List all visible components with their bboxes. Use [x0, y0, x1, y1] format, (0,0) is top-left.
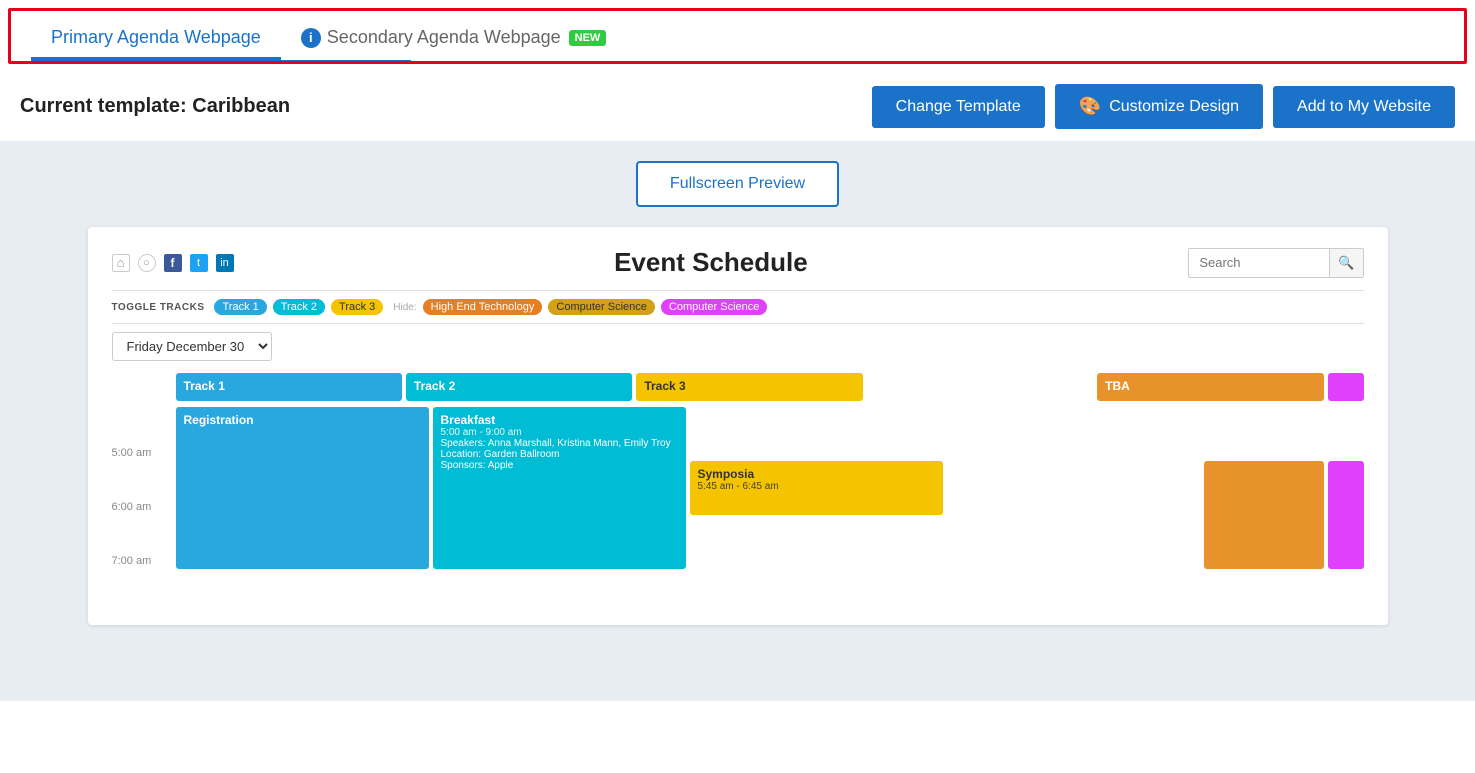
track-header-6: [1328, 373, 1364, 401]
track-header-2: Track 2: [406, 373, 632, 401]
session-symposia-time: 5:45 am - 6:45 am: [698, 481, 935, 492]
session-symposia: Symposia 5:45 am - 6:45 am: [690, 461, 943, 515]
schedule-header: ⌂ ○ f t in Event Schedule 🔍: [112, 247, 1364, 278]
palette-icon: 🎨: [1079, 96, 1101, 117]
session-breakfast-location: Location: Garden Ballroom: [441, 449, 678, 460]
pink-spacer: [1328, 407, 1364, 461]
track-col-3: Symposia 5:45 am - 6:45 am: [690, 407, 943, 605]
home-icon[interactable]: ⌂: [112, 254, 130, 272]
tab-secondary[interactable]: i Secondary Agenda Webpage NEW: [281, 11, 627, 60]
track-col-pink: [1328, 407, 1364, 605]
toggle-tracks-row: TOGGLE TRACKS Track 1 Track 2 Track 3 Hi…: [112, 299, 1364, 315]
twitter-icon[interactable]: t: [190, 254, 208, 272]
time-slot-500: [112, 407, 176, 443]
customize-design-label: Customize Design: [1109, 98, 1239, 116]
track-header-1: Track 1: [176, 373, 402, 401]
track-pill-3[interactable]: Track 3: [331, 299, 383, 315]
fullscreen-btn-wrap: Fullscreen Preview: [20, 161, 1455, 207]
facebook-icon[interactable]: f: [164, 254, 182, 272]
tab-secondary-label: Secondary Agenda Webpage: [327, 27, 561, 48]
linkedin-icon[interactable]: in: [216, 254, 234, 272]
search-box: 🔍: [1188, 248, 1363, 278]
track-col-tba: [1204, 407, 1324, 605]
new-badge: NEW: [569, 30, 607, 46]
track-header-5: TBA: [1097, 373, 1323, 401]
track-col-empty: [947, 407, 1200, 605]
hide-label: Hide:: [393, 302, 416, 313]
time-slot-700am: 7:00 am: [112, 551, 176, 605]
time-column: 5:00 am 6:00 am 7:00 am: [112, 407, 176, 605]
tabs-row: Primary Agenda Webpage i Secondary Agend…: [11, 11, 1464, 60]
tabs-wrapper: Primary Agenda Webpage i Secondary Agend…: [8, 8, 1467, 64]
tracks-divider: [112, 323, 1364, 324]
session-pink: [1328, 461, 1364, 569]
track-pill-6[interactable]: Computer Science: [661, 299, 768, 315]
time-slot-500am: 5:00 am: [112, 443, 176, 497]
session-breakfast-sponsor: Sponsors: Apple: [441, 460, 678, 471]
tba-spacer: [1204, 407, 1324, 461]
customize-design-button[interactable]: 🎨 Customize Design: [1055, 84, 1263, 129]
session-tba: [1204, 461, 1324, 569]
date-select[interactable]: Friday December 30: [112, 332, 272, 361]
session-registration-title: Registration: [184, 413, 421, 427]
header-divider: [112, 290, 1364, 291]
track-col-1: Registration: [176, 407, 429, 605]
tab-primary-label: Primary Agenda Webpage: [51, 27, 261, 47]
add-to-website-button[interactable]: Add to My Website: [1273, 86, 1455, 128]
schedule-title: Event Schedule: [234, 247, 1189, 278]
current-template-label: Current template: Caribbean: [20, 95, 862, 118]
session-breakfast-title: Breakfast: [441, 413, 678, 427]
track-pill-1[interactable]: Track 1: [214, 299, 266, 315]
session-registration: Registration: [176, 407, 429, 569]
tab-active-underline: [31, 60, 411, 61]
track3-spacer: [690, 407, 943, 461]
toolbar: Current template: Caribbean Change Templ…: [0, 72, 1475, 141]
change-template-button[interactable]: Change Template: [872, 86, 1045, 128]
tab-primary[interactable]: Primary Agenda Webpage: [31, 11, 281, 60]
time-slot-600am: 6:00 am: [112, 497, 176, 551]
track-header-3: Track 3: [636, 373, 862, 401]
track-pill-5[interactable]: Computer Science: [548, 299, 655, 315]
track-pill-4[interactable]: High End Technology: [423, 299, 543, 315]
preview-area: Fullscreen Preview ⌂ ○ f t in Event Sche…: [0, 141, 1475, 701]
track-headers: Track 1 Track 2 Track 3 TBA: [176, 373, 1364, 401]
schedule-body: 5:00 am 6:00 am 7:00 am Registration Bre…: [112, 407, 1364, 605]
schedule-card: ⌂ ○ f t in Event Schedule 🔍 TOGGLE TRACK…: [88, 227, 1388, 625]
info-icon: i: [301, 28, 321, 48]
circle-icon[interactable]: ○: [138, 254, 156, 272]
session-breakfast-time: 5:00 am - 9:00 am: [441, 427, 678, 438]
search-input[interactable]: [1189, 249, 1329, 276]
track-col-2: Breakfast 5:00 am - 9:00 am Speakers: An…: [433, 407, 686, 605]
search-button[interactable]: 🔍: [1329, 249, 1362, 277]
track-header-4: [867, 373, 1093, 401]
track-pill-2[interactable]: Track 2: [273, 299, 325, 315]
session-breakfast-speakers: Speakers: Anna Marshall, Kristina Mann, …: [441, 438, 678, 449]
session-breakfast: Breakfast 5:00 am - 9:00 am Speakers: An…: [433, 407, 686, 569]
schedule-icons: ⌂ ○ f t in: [112, 254, 234, 272]
date-selector: Friday December 30: [112, 332, 1364, 361]
session-symposia-title: Symposia: [698, 467, 935, 481]
fullscreen-preview-button[interactable]: Fullscreen Preview: [636, 161, 839, 207]
toggle-tracks-label: TOGGLE TRACKS: [112, 302, 205, 313]
